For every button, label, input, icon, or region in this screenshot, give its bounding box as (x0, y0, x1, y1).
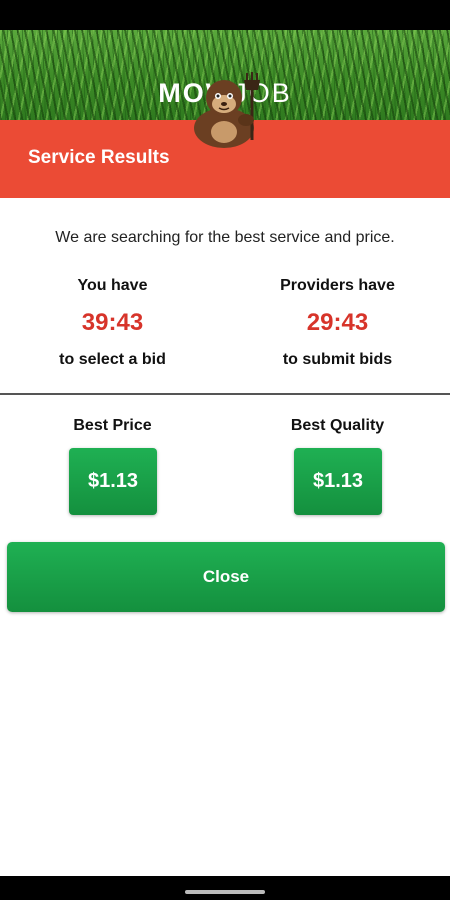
best-price-label: Best Price (73, 417, 152, 434)
status-bar (0, 0, 450, 30)
provider-countdown: 29:43 (306, 309, 369, 336)
user-timer-caption: to select a bid (59, 351, 166, 368)
best-quality-label: Best Quality (290, 417, 385, 434)
status-message: We are searching for the best service an… (55, 229, 395, 246)
page-title: Service Results (28, 147, 170, 168)
provider-timer-heading: Providers have (280, 277, 395, 294)
section-divider (0, 393, 450, 395)
user-countdown: 39:43 (81, 309, 144, 336)
provider-timer-caption: to submit bids (282, 351, 393, 368)
user-timer-heading: You have (77, 277, 148, 294)
close-button[interactable]: Close (7, 542, 445, 612)
best-price-button[interactable]: $1.13 (69, 448, 157, 515)
best-quality-button[interactable]: $1.13 (294, 448, 382, 515)
navigation-bar (0, 876, 450, 900)
home-indicator[interactable] (185, 890, 265, 894)
gorilla-mascot-icon (194, 72, 260, 148)
